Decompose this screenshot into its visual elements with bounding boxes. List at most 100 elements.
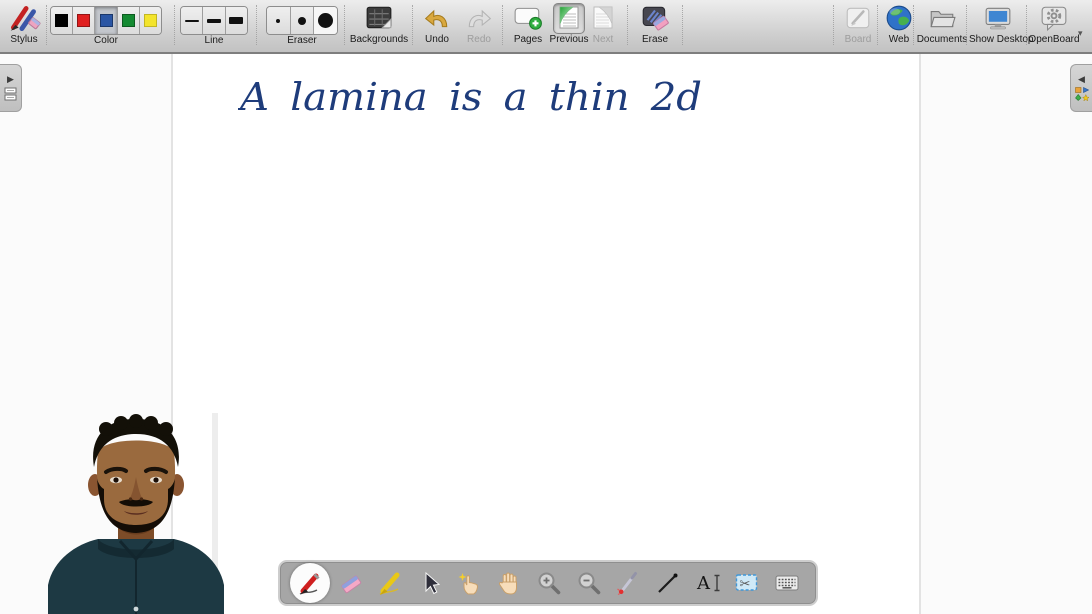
next-icon: [584, 2, 622, 34]
color-swatch-blue[interactable]: [95, 7, 117, 34]
text-tool[interactable]: A: [689, 563, 727, 603]
left-panel-tab[interactable]: ▶: [0, 64, 22, 112]
toolbar-separator: [46, 5, 47, 45]
top-toolbar: Stylus Color Line: [0, 0, 1092, 54]
zoom-in-icon: [536, 570, 562, 596]
cursor-arrow-icon: [417, 570, 443, 596]
scissors-glyph: ✂: [740, 576, 751, 591]
text-tool-letter: A: [696, 573, 711, 594]
eraser-medium-button[interactable]: [291, 7, 315, 34]
presenter-webcam: [36, 413, 236, 614]
line-icon: [655, 570, 681, 596]
show-desktop-monitor-icon: [969, 2, 1027, 34]
eraser-tool[interactable]: [332, 563, 370, 603]
toolbar-separator: [502, 5, 503, 45]
laser-pointer-icon: [615, 570, 641, 596]
openboard-menu-button[interactable]: OpenBoard: [1028, 2, 1080, 52]
zoom-out-tool[interactable]: [570, 563, 608, 603]
pages-button[interactable]: Pages: [506, 2, 550, 52]
toolbar-overflow-caret[interactable]: ▾: [1078, 28, 1083, 39]
backgrounds-button[interactable]: Backgrounds: [348, 2, 410, 52]
documents-label: Documents: [916, 34, 968, 45]
redo-button[interactable]: Redo: [458, 2, 500, 52]
openboard-window: Stylus Color Line: [0, 0, 1092, 614]
toolbar-separator: [877, 5, 878, 45]
next-label: Next: [584, 34, 622, 45]
stylus-button[interactable]: Stylus: [2, 2, 46, 52]
redo-icon: [458, 2, 500, 34]
toolbar-separator: [256, 5, 257, 45]
redo-label: Redo: [458, 34, 500, 45]
stylus-label: Stylus: [2, 34, 46, 45]
pages-label: Pages: [506, 34, 550, 45]
eraser-label: Eraser: [266, 35, 338, 46]
color-swatch-green[interactable]: [118, 7, 140, 34]
text-tool-icon: A: [695, 570, 721, 596]
erase-button[interactable]: Erase: [632, 2, 678, 52]
pen-icon: [297, 570, 323, 596]
laser-pointer-tool[interactable]: [609, 563, 647, 603]
line-tool[interactable]: [649, 563, 687, 603]
capture-tool[interactable]: ✂: [728, 563, 766, 603]
line-thick-button[interactable]: [226, 7, 247, 34]
eraser-icon: [338, 570, 364, 596]
undo-button[interactable]: Undo: [416, 2, 458, 52]
selector-tool[interactable]: [411, 563, 449, 603]
play-tool[interactable]: [451, 563, 489, 603]
line-thin-button[interactable]: [181, 7, 203, 34]
page-margin-right: [921, 54, 1092, 614]
line-medium-button[interactable]: [203, 7, 225, 34]
pen-tool[interactable]: [290, 563, 330, 603]
handwriting-text: A lamina is a thin 2d: [238, 75, 702, 119]
expand-left-icon: ◀: [1078, 75, 1085, 84]
toolbar-separator: [1026, 5, 1027, 45]
toolbar-separator: [682, 5, 683, 45]
openboard-label: OpenBoard: [1028, 34, 1080, 45]
board-label: Board: [836, 34, 880, 45]
toolbar-separator: [966, 5, 967, 45]
toolbar-separator: [412, 5, 413, 45]
show-desktop-label: Show Desktop: [969, 34, 1027, 45]
toolbar-separator: [913, 5, 914, 45]
backgrounds-icon: [348, 2, 410, 34]
hand-tool[interactable]: [490, 563, 528, 603]
highlighter-icon: [377, 570, 403, 596]
zoom-out-icon: [576, 570, 602, 596]
color-swatch-red[interactable]: [73, 7, 95, 34]
virtual-keyboard-tool[interactable]: [768, 563, 806, 603]
capture-icon: ✂: [734, 570, 760, 596]
color-label: Color: [50, 35, 162, 46]
color-swatch-yellow[interactable]: [140, 7, 161, 34]
show-desktop-button[interactable]: Show Desktop: [969, 2, 1027, 52]
openboard-gear-icon: [1028, 2, 1080, 34]
line-sizes: [180, 6, 248, 35]
keyboard-icon: [774, 570, 800, 596]
expand-right-icon: ▶: [7, 75, 14, 84]
board-icon: [836, 2, 880, 34]
highlighter-tool[interactable]: [371, 563, 409, 603]
color-group: Color: [50, 2, 162, 52]
eraser-sizes: [266, 6, 338, 35]
interact-hand-icon: [457, 570, 483, 596]
toolbar-separator: [833, 5, 834, 45]
eraser-large-button[interactable]: [314, 7, 337, 34]
color-swatch-black[interactable]: [51, 7, 73, 34]
stylus-icon: [2, 2, 46, 34]
pan-hand-icon: [496, 570, 522, 596]
line-group: Line: [180, 2, 248, 52]
toolbar-separator: [174, 5, 175, 45]
eraser-small-button[interactable]: [267, 7, 291, 34]
zoom-in-tool[interactable]: [530, 563, 568, 603]
documents-button[interactable]: Documents: [916, 2, 968, 52]
undo-label: Undo: [416, 34, 458, 45]
library-icon: [1075, 87, 1089, 101]
board-button[interactable]: Board: [836, 2, 880, 52]
stylus-toolbar: A ✂: [278, 560, 818, 606]
undo-icon: [416, 2, 458, 34]
erase-icon: [632, 2, 678, 34]
next-button[interactable]: Next: [584, 2, 622, 52]
backgrounds-label: Backgrounds: [348, 34, 410, 45]
documents-folder-icon: [916, 2, 968, 34]
library-panel-tab[interactable]: ◀: [1070, 64, 1092, 112]
page-navigator-icon: [4, 87, 17, 101]
